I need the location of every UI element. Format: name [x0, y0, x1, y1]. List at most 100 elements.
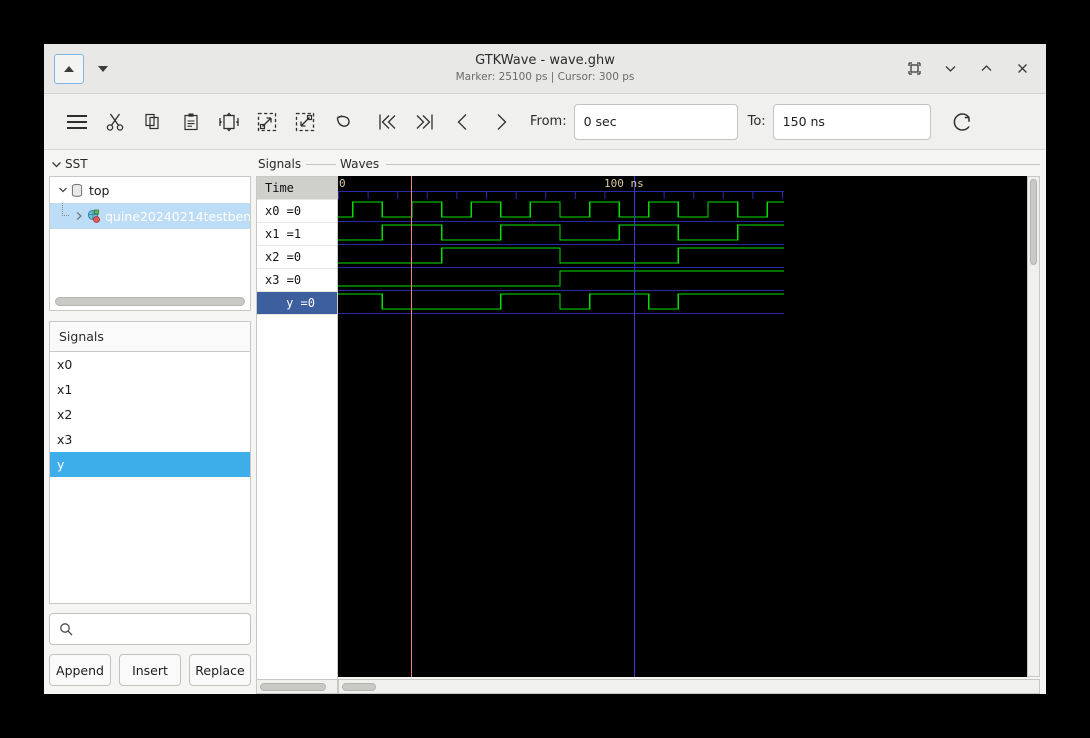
- restore-button[interactable]: [904, 59, 924, 79]
- scrollbar-thumb[interactable]: [342, 683, 376, 691]
- signal-name: x1: [57, 382, 73, 397]
- waves-title: Waves: [338, 155, 1040, 173]
- to-label: To:: [747, 114, 766, 129]
- triangle-up-icon: [64, 65, 74, 72]
- search-input[interactable]: [49, 613, 251, 645]
- waves-horizontal-scrollbar[interactable]: [338, 679, 1040, 694]
- tree-item-label: quine20240214testbench: [105, 208, 251, 224]
- app-menu-up-button[interactable]: [54, 53, 84, 84]
- gtkwave-window: GTKWave - wave.ghw Marker: 25100 ps | Cu…: [44, 44, 1046, 694]
- menu-icon[interactable]: [58, 103, 96, 141]
- scrollbar-thumb[interactable]: [1030, 179, 1037, 265]
- replace-button[interactable]: Replace: [189, 654, 251, 686]
- title-center-block: GTKWave - wave.ghw Marker: 25100 ps | Cu…: [44, 44, 1046, 93]
- tree-item-label: top: [89, 182, 110, 198]
- reload-icon[interactable]: [943, 103, 981, 141]
- sst-tree: top quine20240214testbench: [49, 176, 251, 311]
- next-edge-icon[interactable]: [482, 103, 520, 141]
- waves-pane: Waves 0 100 ns: [338, 150, 1046, 694]
- title-rule: [306, 164, 336, 165]
- time-row: Time: [257, 177, 337, 200]
- titlebar-left-controls: [54, 53, 116, 84]
- main-toolbar: From: 0 sec To: 150 ns: [44, 94, 1046, 150]
- list-item[interactable]: y: [50, 452, 250, 477]
- list-item[interactable]: x2: [50, 402, 250, 427]
- action-button-row: Append Insert Replace: [49, 654, 251, 686]
- title-bar: GTKWave - wave.ghw Marker: 25100 ps | Cu…: [44, 44, 1046, 94]
- copy-icon[interactable]: [134, 103, 172, 141]
- maximize-button[interactable]: [976, 59, 996, 79]
- minimize-button[interactable]: [940, 59, 960, 79]
- signal-names-title-label: Signals: [258, 157, 302, 171]
- tree-item-quine-testbench[interactable]: quine20240214testbench: [50, 203, 250, 229]
- window-controls: [904, 59, 1036, 79]
- ruler-tick-label: 100 ns: [604, 177, 644, 190]
- signal-value-label: x2 =0: [265, 250, 302, 264]
- signals-list: x0 x1 x2 x3 y: [49, 351, 251, 604]
- insert-button[interactable]: Insert: [119, 654, 181, 686]
- signal-value-label: x1 =1: [265, 227, 302, 241]
- module-icon: [70, 183, 84, 198]
- time-label: Time: [265, 181, 294, 195]
- list-item[interactable]: x1: [50, 377, 250, 402]
- chevron-right-icon[interactable]: [72, 211, 86, 221]
- signal-name: y: [57, 457, 65, 472]
- sst-pane: SST top quine20240214testbench Signals x…: [44, 150, 256, 694]
- prev-edge-icon[interactable]: [444, 103, 482, 141]
- waves-vertical-scrollbar[interactable]: [1027, 176, 1040, 677]
- from-input[interactable]: 0 sec: [573, 103, 738, 140]
- close-button[interactable]: [1012, 59, 1032, 79]
- scrollbar-thumb[interactable]: [260, 683, 326, 691]
- waveform-canvas[interactable]: 0 100 ns: [338, 176, 1027, 677]
- tree-item-top[interactable]: top: [50, 177, 250, 203]
- signal-names-pane: Signals Time x0 =0 x1 =1 x2 =0 x3 =0 y =…: [256, 150, 338, 694]
- signal-value-row-x0[interactable]: x0 =0: [257, 200, 337, 223]
- signal-name: x3: [57, 432, 73, 447]
- app-menu-down-button[interactable]: [90, 56, 116, 82]
- signal-value-label: x3 =0: [265, 273, 302, 287]
- instance-icon: [86, 209, 102, 224]
- append-button[interactable]: Append: [49, 654, 111, 686]
- signal-value-row-y[interactable]: y =0: [257, 292, 337, 315]
- zoom-fit-icon[interactable]: [210, 103, 248, 141]
- go-end-icon[interactable]: [406, 103, 444, 141]
- signal-names-title: Signals: [256, 155, 338, 173]
- window-title: GTKWave - wave.ghw: [475, 53, 615, 68]
- zoom-in-icon[interactable]: [248, 103, 286, 141]
- list-item[interactable]: x0: [50, 352, 250, 377]
- sst-header[interactable]: SST: [49, 155, 251, 173]
- signals-list-header: Signals: [49, 321, 251, 351]
- signal-names-horizontal-scrollbar[interactable]: [256, 679, 338, 694]
- signal-value-label: y =0: [286, 296, 315, 310]
- main-body: SST top quine20240214testbench Signals x…: [44, 150, 1046, 694]
- sst-horizontal-scrollbar[interactable]: [55, 297, 245, 306]
- chevron-down-icon: [52, 161, 61, 167]
- signal-value-row-x1[interactable]: x1 =1: [257, 223, 337, 246]
- signal-name: x0: [57, 357, 73, 372]
- marker-cursor-status: Marker: 25100 ps | Cursor: 300 ps: [455, 71, 635, 83]
- undo-icon[interactable]: [324, 103, 362, 141]
- signal-value-row-x2[interactable]: x2 =0: [257, 246, 337, 269]
- ruler-tick-label: 0: [339, 177, 346, 190]
- sst-label: SST: [65, 157, 88, 171]
- waves-viewport: 0 100 ns: [338, 176, 1040, 677]
- signals-header-label: Signals: [59, 329, 104, 344]
- zoom-out-icon[interactable]: [286, 103, 324, 141]
- paste-icon[interactable]: [172, 103, 210, 141]
- to-input[interactable]: 150 ns: [772, 103, 931, 140]
- from-label: From:: [530, 114, 567, 129]
- go-start-icon[interactable]: [368, 103, 406, 141]
- triangle-down-icon: [98, 65, 108, 72]
- title-rule: [386, 164, 1040, 165]
- signal-value-row-x3[interactable]: x3 =0: [257, 269, 337, 292]
- chevron-down-icon[interactable]: [56, 185, 70, 195]
- signal-name: x2: [57, 407, 73, 422]
- signal-value-label: x0 =0: [265, 204, 302, 218]
- tree-guide-elbow: [62, 215, 69, 216]
- list-item[interactable]: x3: [50, 427, 250, 452]
- search-icon: [60, 623, 73, 636]
- waveform-svg: [338, 176, 784, 677]
- signal-name-rows: Time x0 =0 x1 =1 x2 =0 x3 =0 y =0: [256, 176, 338, 679]
- cut-icon[interactable]: [96, 103, 134, 141]
- waves-title-label: Waves: [340, 157, 380, 171]
